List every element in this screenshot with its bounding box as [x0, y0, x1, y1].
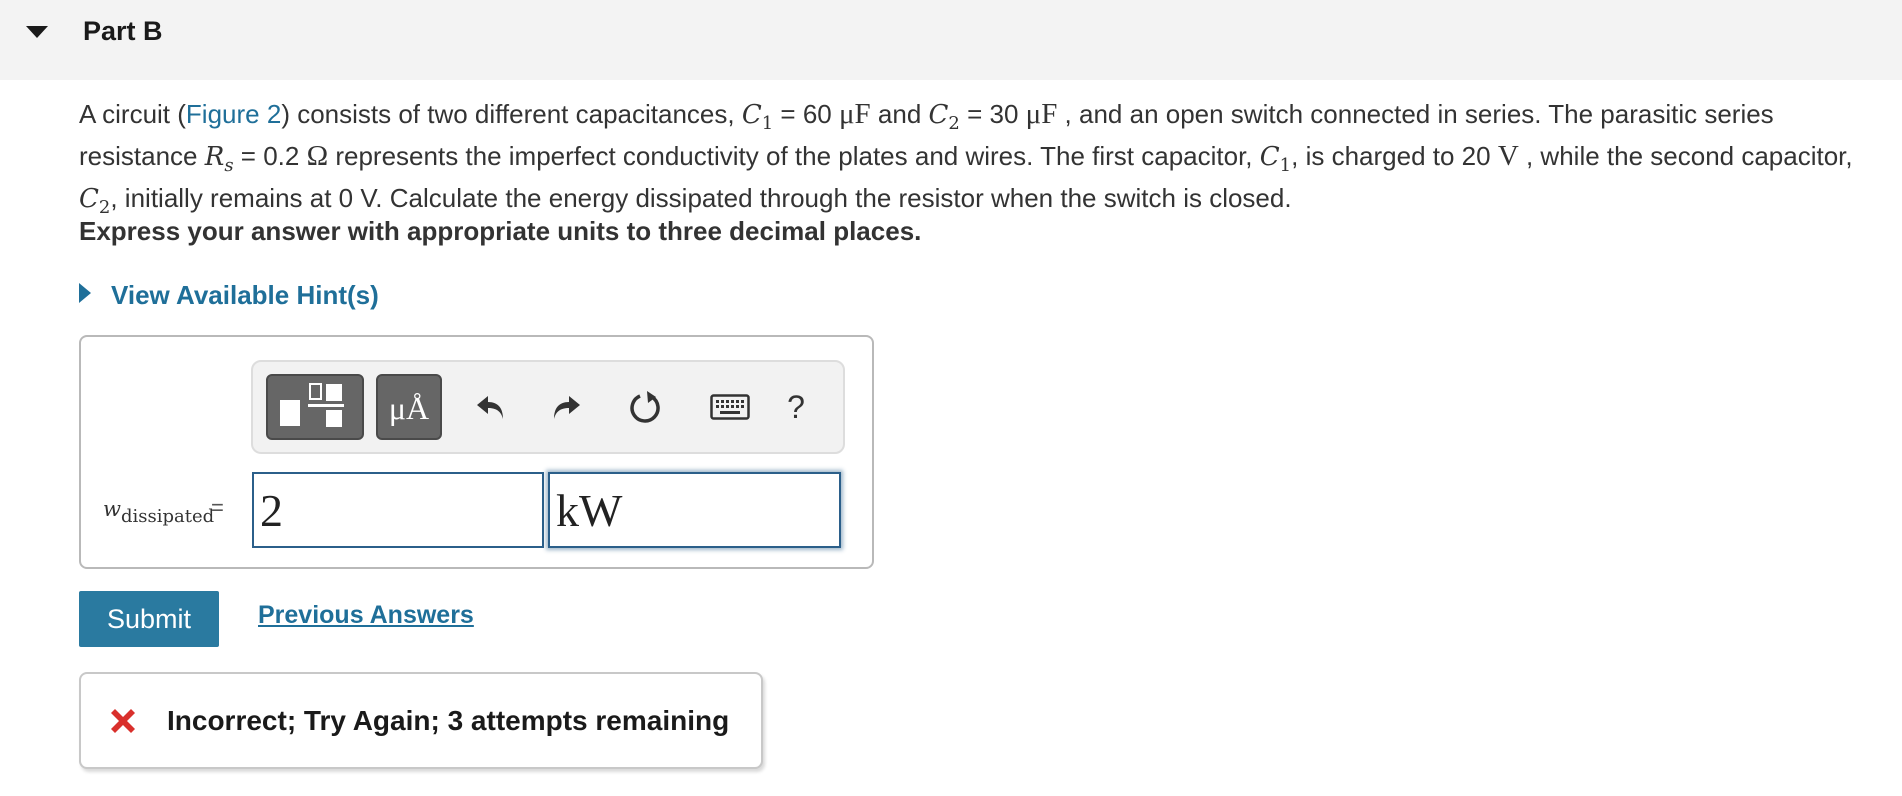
text-span: , is charged to 20 [1291, 141, 1498, 172]
keyboard-icon[interactable] [705, 384, 755, 430]
text-span: and [870, 99, 929, 129]
part-title: Part B [83, 16, 163, 46]
submit-button[interactable]: Submit [79, 591, 219, 647]
units-icon[interactable]: μÅ [376, 374, 442, 440]
c2-symbol: C [79, 184, 99, 215]
c1-subscript: 1 [1279, 155, 1292, 177]
c2-value: = 30 [959, 99, 1026, 129]
c1-symbol: C [1259, 142, 1280, 173]
feedback-message: Incorrect; Try Again; 3 attempts remaini… [167, 705, 730, 736]
units-label: μÅ [388, 390, 430, 426]
variable-symbol: w [103, 497, 121, 521]
c1-symbol: C [741, 100, 762, 130]
c2-subscript: 2 [948, 113, 960, 135]
c2-unit: μF [1025, 98, 1058, 130]
equals-sign: = [211, 495, 224, 520]
help-icon[interactable]: ? [773, 384, 819, 430]
view-hints-label[interactable]: View Available Hint(s) [111, 280, 379, 311]
part-header: Part B [0, 0, 1902, 80]
incorrect-x-icon [107, 705, 139, 742]
variable-subscript: dissipated [120, 506, 215, 527]
text-span: , and an open switch connected in series… [1057, 99, 1774, 129]
rs-symbol: R [204, 142, 225, 173]
c1-value: = 60 [773, 99, 839, 129]
question-line-1: A circuit (Figure 2) consists of two dif… [79, 98, 1899, 140]
hint-triangle-icon [79, 283, 91, 303]
text-span: , while the second capacitor, [1518, 141, 1853, 172]
text-span: ) consists of two different capacitances… [281, 99, 742, 129]
text-span: represents the imperfect conductivity of… [328, 141, 1260, 172]
templates-glyph [280, 383, 344, 427]
rs-subscript: s [224, 155, 234, 177]
c1-unit: μF [838, 98, 871, 130]
c1-subscript: 1 [761, 113, 774, 135]
answer-instruction: Express your answer with appropriate uni… [79, 216, 922, 246]
answer-variable-label: wdissipated [103, 497, 214, 527]
question-line-2: resistance Rs = 0.2 Ω represents the imp… [79, 140, 1899, 182]
figure-link[interactable]: Figure 2 [186, 99, 281, 129]
reset-icon[interactable] [623, 384, 669, 430]
feedback-box: Incorrect; Try Again; 3 attempts remaini… [79, 672, 763, 769]
rs-unit: Ω [306, 140, 329, 173]
templates-icon[interactable] [266, 374, 364, 440]
redo-icon[interactable] [543, 384, 589, 430]
previous-answers-link[interactable]: Previous Answers [258, 601, 474, 630]
text-span: A circuit ( [79, 99, 186, 129]
voltage-unit: V [1497, 140, 1519, 173]
answer-box: μÅ ? wdissipated = 2 kW [79, 335, 874, 569]
c2-symbol: C [928, 100, 949, 130]
text-span: resistance [79, 141, 205, 172]
value-input[interactable]: 2 [252, 472, 544, 548]
collapse-triangle-icon[interactable] [26, 26, 48, 38]
unit-input[interactable]: kW [548, 472, 841, 548]
undo-icon[interactable] [468, 384, 514, 430]
question-text: A circuit (Figure 2) consists of two dif… [79, 98, 1899, 225]
rs-value: = 0.2 [233, 141, 307, 172]
math-toolbar: μÅ ? [251, 360, 845, 454]
text-span: , initially remains at 0 V. Calculate th… [110, 183, 1292, 214]
